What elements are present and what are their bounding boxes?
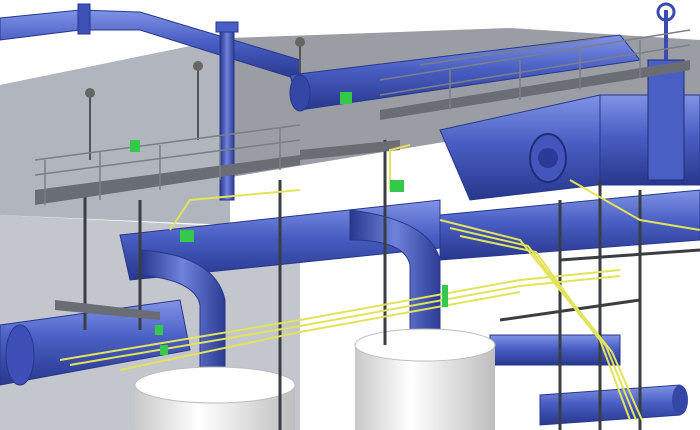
junction-box-icon	[390, 180, 404, 192]
plant-3d-render	[0, 0, 700, 430]
valve-icon	[647, 2, 685, 181]
junction-box-icon	[160, 345, 168, 355]
junction-box-icon	[442, 285, 448, 307]
render-viewport	[0, 2, 700, 430]
tank-icon	[354, 328, 496, 430]
junction-box-icon	[130, 140, 140, 152]
tank-icon	[134, 366, 296, 430]
junction-box-icon	[340, 92, 352, 104]
junction-box-icon	[155, 325, 163, 335]
flange-icon	[77, 3, 91, 35]
junction-box-icon	[180, 230, 194, 242]
lower-right-pipes	[489, 334, 688, 426]
